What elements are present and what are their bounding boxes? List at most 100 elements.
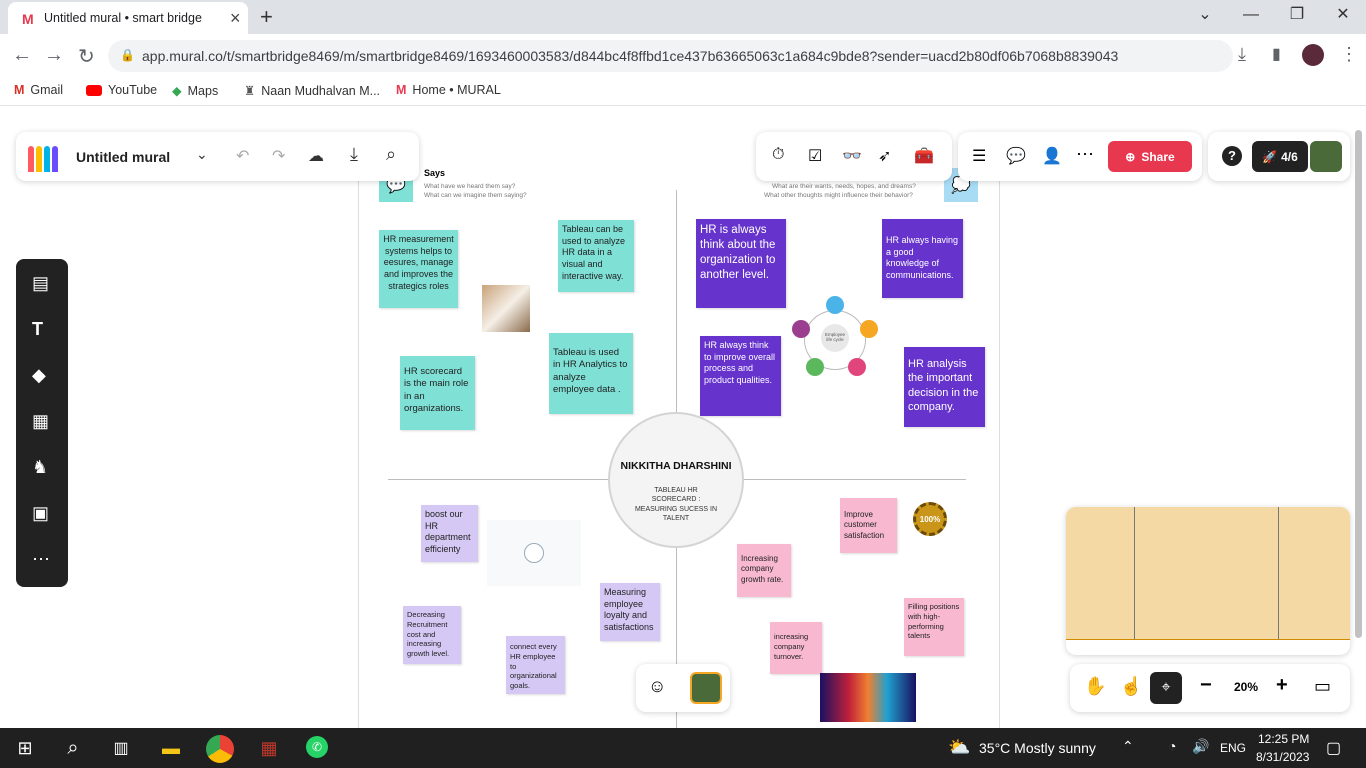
fit-screen-icon[interactable]: ▭: [1314, 676, 1331, 697]
sticky-note[interactable]: increasing company turnover.: [770, 622, 822, 674]
browser-tab[interactable]: M Untitled mural • smart bridge ×: [8, 2, 248, 34]
minimize-icon[interactable]: —: [1228, 0, 1274, 34]
task-view-icon[interactable]: ▥: [108, 736, 134, 760]
help-icon[interactable]: ?: [1222, 146, 1242, 166]
profile-avatar[interactable]: [1302, 44, 1324, 66]
cost-of-hr-diagram-image[interactable]: [487, 520, 581, 586]
data-visualization-image[interactable]: [820, 673, 916, 722]
timer-icon[interactable]: ⏱: [772, 146, 784, 164]
more-tools-icon[interactable]: ⋯: [32, 549, 50, 570]
redo-icon[interactable]: ↷: [272, 146, 285, 166]
close-window-icon[interactable]: ✕: [1320, 0, 1366, 34]
says-subtitle-1: What have we heard them say?: [424, 183, 516, 190]
download-icon[interactable]: ⤓: [1238, 44, 1246, 65]
back-icon[interactable]: ←: [12, 44, 32, 67]
network-icon[interactable]: ◔: [1168, 738, 1176, 754]
image-tool-icon[interactable]: ▣: [32, 503, 49, 524]
toolbox-icon[interactable]: 🧰: [914, 146, 934, 166]
emoji-icon[interactable]: ☺: [648, 676, 666, 697]
select-icon[interactable]: ☝: [1120, 676, 1142, 697]
sticky-note[interactable]: boost our HR department efficienty: [421, 505, 478, 562]
center-persona-circle[interactable]: NIKKITHA DHARSHINI TABLEAU HR SCORECARD …: [608, 412, 744, 548]
chrome-icon[interactable]: [206, 735, 234, 763]
title-dropdown-icon[interactable]: ⌄: [196, 146, 208, 163]
private-mode-icon[interactable]: 👓: [842, 146, 862, 166]
sticky-note[interactable]: Improve customer satisfaction: [840, 498, 897, 553]
mural-title[interactable]: Untitled mural: [76, 149, 170, 165]
file-explorer-icon[interactable]: ▬: [158, 736, 184, 760]
sticky-note-tool-icon[interactable]: ▤: [32, 273, 49, 294]
sticky-note[interactable]: connect every HR employee to organizatio…: [506, 636, 565, 694]
sticky-note[interactable]: Tableau is used in HR Analytics to analy…: [549, 333, 633, 414]
bookmark-mural-home[interactable]: M Home • MURAL: [396, 83, 501, 97]
zoom-level[interactable]: 20%: [1234, 680, 1258, 694]
frameworks-tool-icon[interactable]: ▦: [32, 411, 49, 432]
restore-icon[interactable]: ❐: [1274, 0, 1320, 34]
volume-icon[interactable]: 🔊: [1192, 738, 1209, 755]
winrar-icon[interactable]: ▦: [256, 736, 282, 760]
bookmark-naan-mudhalvan[interactable]: ♜ Naan Mudhalvan M...: [244, 83, 380, 99]
sticky-note[interactable]: Tableau can be used to analyze HR data i…: [558, 220, 634, 292]
coffee-mug-image[interactable]: [482, 285, 530, 332]
sticky-note[interactable]: HR is always think about the organizatio…: [696, 219, 786, 308]
clock-date[interactable]: 8/31/2023: [1256, 750, 1309, 764]
vertical-scrollbar[interactable]: [1355, 130, 1362, 638]
sticky-note[interactable]: Measuring employee loyalty and satisfact…: [600, 583, 660, 641]
thinks-subtitle-2: What other thoughts might influence thei…: [764, 192, 913, 199]
search-icon[interactable]: ⌕: [386, 144, 396, 165]
bookmark-gmail[interactable]: M Gmail: [14, 83, 63, 97]
bookmark-maps[interactable]: ◆ Maps: [172, 83, 218, 99]
close-tab-icon[interactable]: ×: [230, 8, 241, 29]
bookmark-youtube[interactable]: YouTube: [86, 83, 157, 97]
weather-text[interactable]: 35°C Mostly sunny: [979, 740, 1096, 756]
reload-icon[interactable]: ↻: [78, 44, 95, 69]
minimap[interactable]: [1066, 507, 1350, 655]
icons-tool-icon[interactable]: ♞: [32, 457, 48, 478]
whatsapp-icon[interactable]: ✆: [306, 736, 328, 758]
search-icon[interactable]: ⌕: [60, 736, 86, 760]
chevron-down-icon[interactable]: ⌄: [1182, 0, 1228, 34]
sticky-note[interactable]: HR measurement systems helps to eesures,…: [379, 230, 458, 308]
url-text: app.mural.co/t/smartbridge8469/m/smartbr…: [142, 48, 1119, 64]
sticky-note[interactable]: Filling positions with high-performing t…: [904, 598, 964, 656]
export-icon[interactable]: ⤓: [350, 144, 358, 165]
sticky-note[interactable]: Decreasing Recruitment cost and increasi…: [403, 606, 461, 664]
address-bar[interactable]: 🔒 app.mural.co/t/smartbridge8469/m/smart…: [108, 40, 1233, 72]
clock-time[interactable]: 12:25 PM: [1258, 732, 1309, 746]
zoom-out-icon[interactable]: −: [1200, 674, 1212, 697]
chevron-up-icon[interactable]: ⌃: [1122, 738, 1134, 755]
cloud-saved-icon[interactable]: ☁: [308, 146, 324, 166]
tab-title: Untitled mural • smart bridge: [44, 11, 202, 25]
comments-icon[interactable]: 💬: [1006, 146, 1026, 166]
outline-icon[interactable]: ☰: [972, 146, 986, 166]
cursor-icon[interactable]: ➶: [878, 146, 891, 166]
sticky-note[interactable]: HR always think to improve overall proce…: [700, 336, 781, 416]
employee-lifecycle-image[interactable]: Employee life cycle: [790, 296, 880, 382]
new-tab-icon[interactable]: +: [260, 4, 273, 30]
forward-icon[interactable]: →: [44, 44, 64, 67]
zoom-in-icon[interactable]: +: [1276, 674, 1288, 697]
sticky-note[interactable]: HR analysis the important decision in th…: [904, 347, 985, 427]
language-indicator[interactable]: ENG: [1220, 741, 1246, 755]
notifications-icon[interactable]: ▢: [1326, 738, 1341, 758]
share-button[interactable]: ⊕ Share: [1108, 141, 1192, 172]
menu-icon[interactable]: ⋮: [1340, 44, 1358, 65]
guarantee-badge-image[interactable]: 100%: [906, 500, 954, 538]
user-avatar[interactable]: [690, 672, 722, 704]
user-icon[interactable]: 👤: [1042, 146, 1062, 166]
sticky-note[interactable]: HR scorecard is the main role in an orga…: [400, 356, 475, 430]
user-avatar[interactable]: [1310, 141, 1342, 172]
windows-start-icon[interactable]: ⊞: [12, 736, 38, 760]
text-tool-icon[interactable]: T: [32, 319, 43, 340]
lock-icon: 🔒: [120, 48, 135, 62]
sticky-note[interactable]: HR always having a good knowledge of com…: [882, 219, 963, 298]
undo-icon[interactable]: ↶: [236, 146, 249, 166]
map-toggle-icon[interactable]: ⌖: [1150, 672, 1182, 704]
shapes-tool-icon[interactable]: ◆: [32, 365, 46, 386]
sidepanel-icon[interactable]: ▮: [1272, 44, 1281, 64]
voting-icon[interactable]: ☑: [808, 146, 822, 166]
onboarding-progress-button[interactable]: 🚀 4/6: [1252, 141, 1308, 172]
more-icon[interactable]: ⋯: [1076, 144, 1094, 165]
hand-icon[interactable]: ✋: [1084, 676, 1106, 697]
sticky-note[interactable]: Increasing company growth rate.: [737, 544, 791, 597]
